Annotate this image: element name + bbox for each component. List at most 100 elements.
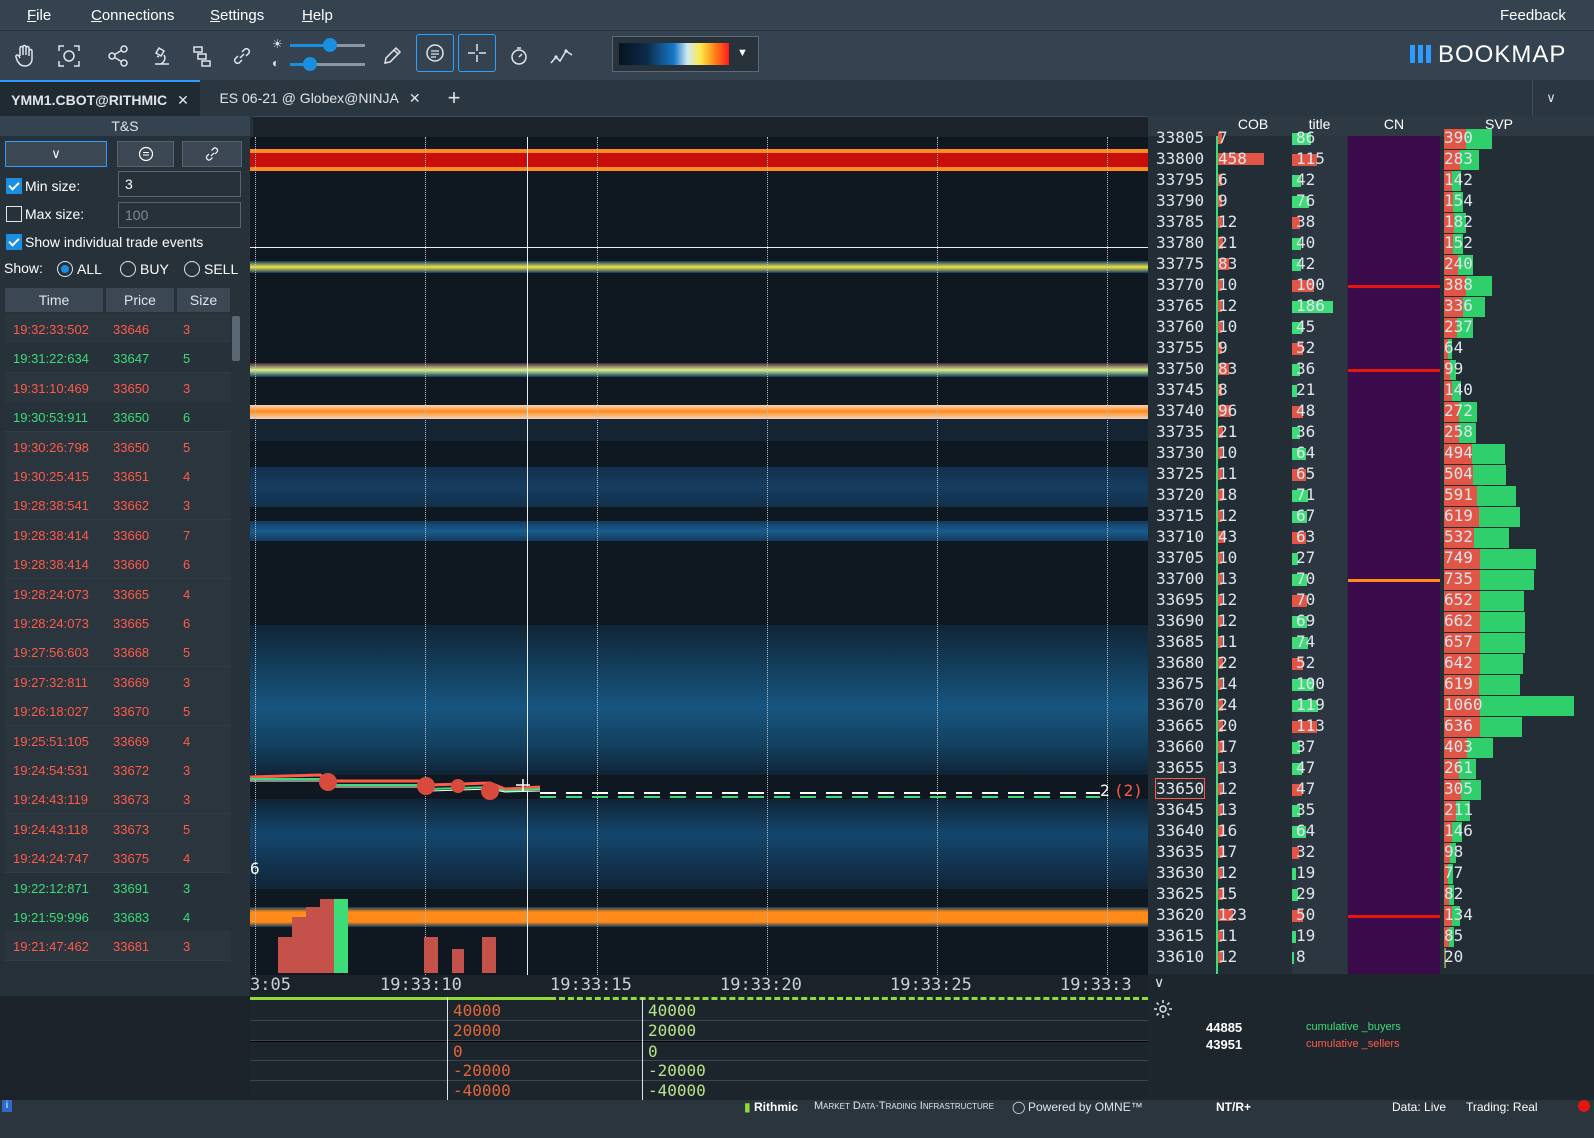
price-level[interactable]: 33710: [1156, 527, 1204, 546]
price-level[interactable]: 33655: [1156, 758, 1204, 777]
min-size-checkbox[interactable]: [6, 178, 22, 194]
min-size-input[interactable]: 3: [118, 171, 241, 197]
price-level[interactable]: 33730: [1156, 443, 1204, 462]
price-level[interactable]: 33685: [1156, 632, 1204, 651]
pencil-icon[interactable]: [377, 41, 407, 71]
gear-icon[interactable]: [1152, 998, 1174, 1025]
price-level[interactable]: 33680: [1156, 653, 1204, 672]
price-level[interactable]: 33755: [1156, 338, 1204, 357]
colormap-dropdown[interactable]: ▼: [612, 36, 759, 72]
tab-es[interactable]: ES 06-21 @ Globex@NINJA ✕: [210, 80, 430, 116]
table-row[interactable]: 19:24:43:119 33673 3: [5, 784, 231, 815]
max-size-checkbox[interactable]: [6, 206, 22, 222]
price-level[interactable]: 33625: [1156, 884, 1204, 903]
table-row[interactable]: 19:28:38:541 33662 3: [5, 490, 231, 521]
table-row[interactable]: 19:26:18:027 33670 5: [5, 696, 231, 727]
price-level[interactable]: 33805: [1156, 128, 1204, 147]
price-level[interactable]: 33760: [1156, 317, 1204, 336]
indicator-icon[interactable]: [547, 41, 577, 71]
column-header-cn[interactable]: CN: [1348, 116, 1440, 136]
hand-icon[interactable]: [10, 41, 40, 71]
table-row[interactable]: 19:24:43:118 33673 5: [5, 813, 231, 844]
price-level[interactable]: 33770: [1156, 275, 1204, 294]
price-level[interactable]: 33725: [1156, 464, 1204, 483]
menu-settings[interactable]: Settings: [210, 7, 264, 24]
stopwatch-icon[interactable]: [504, 41, 534, 71]
brightness-slider-knob[interactable]: [323, 38, 337, 52]
link-icon[interactable]: [227, 41, 257, 71]
column-header-time[interactable]: Time: [5, 288, 103, 312]
price-level[interactable]: 33630: [1156, 863, 1204, 882]
price-level[interactable]: 33790: [1156, 191, 1204, 210]
price-level[interactable]: 33645: [1156, 800, 1204, 819]
tabs-menu-button[interactable]: ∨: [1532, 80, 1569, 116]
radio-all[interactable]: [57, 261, 73, 277]
table-row[interactable]: 19:28:38:414 33660 6: [5, 549, 231, 580]
table-row[interactable]: 19:30:53:911 33650 6: [5, 402, 231, 433]
table-row[interactable]: 19:28:38:414 33660 7: [5, 519, 231, 550]
feedback-link[interactable]: Feedback: [1500, 7, 1566, 24]
show-individual-checkbox[interactable]: [6, 234, 22, 250]
table-row[interactable]: 19:28:24:073 33665 4: [5, 578, 231, 609]
radio-sell[interactable]: [184, 261, 200, 277]
price-level[interactable]: 33690: [1156, 611, 1204, 630]
price-level[interactable]: 33635: [1156, 842, 1204, 861]
table-row[interactable]: 19:21:59:996 33683 4: [5, 902, 231, 932]
price-level[interactable]: 33720: [1156, 485, 1204, 504]
column-header-price[interactable]: Price: [106, 288, 174, 312]
price-level[interactable]: 33740: [1156, 401, 1204, 420]
table-row[interactable]: 19:31:22:634 33647 5: [5, 343, 231, 374]
radio-buy[interactable]: [120, 261, 136, 277]
heatmap-chart[interactable]: 2 (2) 6: [250, 137, 1148, 975]
table-row[interactable]: 19:21:47:462 33681 3: [5, 931, 231, 962]
microscope-icon[interactable]: [146, 41, 176, 71]
link-button[interactable]: [182, 141, 242, 167]
price-level[interactable]: 33705: [1156, 548, 1204, 567]
info-icon[interactable]: i: [2, 1100, 12, 1112]
table-row[interactable]: 19:27:32:811 33669 3: [5, 666, 231, 697]
table-row[interactable]: 19:28:24:073 33665 6: [5, 608, 231, 638]
filter-dropdown-button[interactable]: ∨: [5, 141, 107, 167]
crosshair-icon[interactable]: [458, 34, 496, 72]
price-level[interactable]: 33800: [1156, 149, 1204, 168]
price-level[interactable]: 33750: [1156, 359, 1204, 378]
price-level[interactable]: 33675: [1156, 674, 1204, 693]
price-level[interactable]: 33765: [1156, 296, 1204, 315]
chat-icon[interactable]: [416, 34, 454, 72]
indicator-panel[interactable]: 40000 20000 0 -20000 -40000 40000 20000 …: [250, 997, 1148, 1100]
price-level[interactable]: 33615: [1156, 926, 1204, 945]
add-tab-button[interactable]: +: [436, 80, 472, 116]
share-icon[interactable]: [103, 41, 133, 71]
table-row[interactable]: 19:30:25:415 33651 4: [5, 461, 231, 491]
layers-icon[interactable]: [187, 41, 217, 71]
price-level[interactable]: 33775: [1156, 254, 1204, 273]
close-icon[interactable]: ✕: [409, 90, 421, 107]
table-row[interactable]: 19:25:51:105 33669 4: [5, 725, 231, 756]
price-level[interactable]: 33620: [1156, 905, 1204, 924]
table-row[interactable]: 19:22:12:871 33691 3: [5, 872, 231, 903]
price-level[interactable]: 33700: [1156, 569, 1204, 588]
price-level[interactable]: 33650: [1154, 778, 1206, 799]
price-level[interactable]: 33610: [1156, 947, 1204, 966]
table-row[interactable]: 19:24:24:747 33675 4: [5, 843, 231, 874]
table-row[interactable]: 19:27:56:603 33668 5: [5, 637, 231, 668]
table-row[interactable]: 19:24:54:531 33672 3: [5, 755, 231, 785]
menu-help[interactable]: Help: [302, 7, 333, 24]
price-level[interactable]: 33695: [1156, 590, 1204, 609]
price-level[interactable]: 33735: [1156, 422, 1204, 441]
max-size-input[interactable]: 100: [118, 202, 241, 228]
scrollbar-thumb[interactable]: [232, 316, 240, 361]
price-level[interactable]: 33665: [1156, 716, 1204, 735]
price-level[interactable]: 33795: [1156, 170, 1204, 189]
column-header-size[interactable]: Size: [177, 288, 230, 312]
price-level[interactable]: 33640: [1156, 821, 1204, 840]
menu-connections[interactable]: Connections: [91, 7, 174, 24]
table-row[interactable]: 19:30:26:798 33650 5: [5, 431, 231, 462]
price-level[interactable]: 33785: [1156, 212, 1204, 231]
crosshair-target-icon[interactable]: [54, 41, 84, 71]
column-header-cob[interactable]: COB: [1218, 116, 1288, 136]
price-level[interactable]: 33780: [1156, 233, 1204, 252]
chevron-down-icon[interactable]: ∨: [1154, 974, 1164, 991]
contrast-slider-knob[interactable]: [303, 57, 317, 71]
close-icon[interactable]: ✕: [177, 92, 189, 109]
